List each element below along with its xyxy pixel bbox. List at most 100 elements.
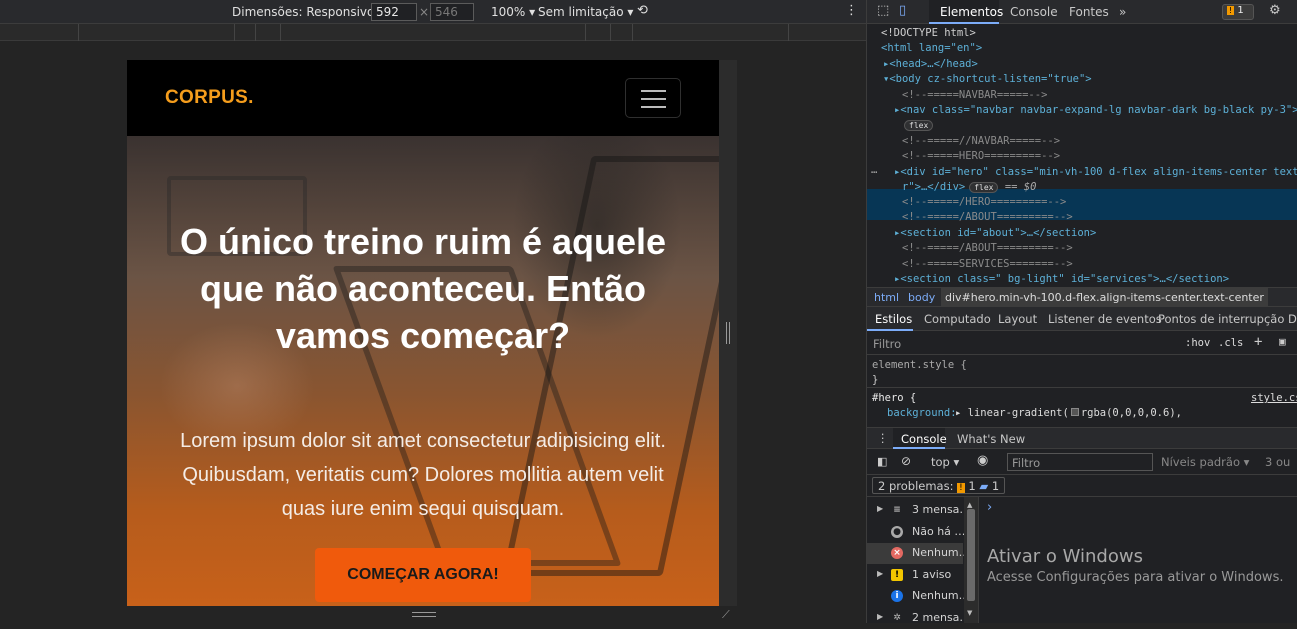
sidebar-item-messages[interactable]: ▶ ≡ 3 mensa… bbox=[867, 500, 970, 521]
zoom-label: 100% bbox=[491, 5, 526, 19]
tab-console[interactable]: Console bbox=[1010, 5, 1058, 19]
drawer-tab-console[interactable]: Console bbox=[901, 432, 947, 446]
corner-resize-icon[interactable]: ⟋ bbox=[722, 608, 734, 621]
bottom-resize-handle[interactable] bbox=[412, 612, 436, 617]
divider bbox=[867, 387, 1297, 388]
stylesheet-link[interactable]: style.css bbox=[1251, 392, 1297, 404]
sidebar-scrollbar[interactable]: ▲ ▼ bbox=[964, 497, 978, 623]
tree-comment[interactable]: <!--=====/ABOUT=========--> bbox=[902, 211, 1073, 223]
tree-line[interactable]: <html lang="en"> bbox=[881, 42, 982, 54]
sidebar-item-warnings[interactable]: ▶! 1 aviso bbox=[867, 565, 963, 586]
cls-toggle[interactable]: .cls bbox=[1218, 337, 1243, 349]
console-sidebar: ▶ ≡ 3 mensa… ● Não há … × Nenhum… ▶! 1 aviso … bbox=[867, 497, 979, 624]
element-style-selector[interactable]: element.style { bbox=[872, 359, 967, 371]
toggle-sidebar-icon[interactable]: ▣ bbox=[1279, 335, 1286, 348]
warning-icon: ! bbox=[957, 483, 965, 493]
sidebar-item-info[interactable]: i Nenhum… bbox=[867, 586, 970, 607]
drawer-tab-whats-new[interactable]: What's New bbox=[957, 432, 1025, 446]
flex-badge[interactable]: flex bbox=[900, 119, 934, 131]
scroll-down-icon[interactable]: ▼ bbox=[967, 609, 972, 617]
navbar-toggler-button[interactable] bbox=[625, 78, 681, 118]
tree-comment[interactable]: <!--=====/HERO=========--> bbox=[902, 196, 1066, 208]
brand-logo[interactable]: CORPUS. bbox=[165, 87, 254, 109]
settings-gear-icon[interactable]: ⚙ bbox=[1269, 3, 1281, 18]
issues-count: 1 bbox=[1237, 5, 1244, 16]
crumb-body[interactable]: body bbox=[908, 291, 935, 304]
times-separator: × bbox=[419, 5, 430, 19]
tree-line[interactable]: ▾<body cz-shortcut-listen="true"> bbox=[883, 73, 1092, 85]
scrollbar-thumb[interactable] bbox=[967, 509, 975, 601]
throttle-label: Sem limitação bbox=[538, 5, 624, 19]
activation-text: Acesse Configurações para ativar o Windo… bbox=[987, 570, 1284, 585]
tree-line-hero[interactable]: ▸<div id="hero" class="min-vh-100 d-flex… bbox=[894, 166, 1297, 178]
context-dropdown[interactable]: top ▾ bbox=[931, 455, 959, 469]
tree-line[interactable]: <!DOCTYPE html> bbox=[881, 27, 976, 39]
console-filter-input[interactable]: Filtro bbox=[1007, 453, 1153, 471]
styles-pane: Filtro :hov .cls + ▣ element.style { } #… bbox=[867, 331, 1297, 426]
tree-comment[interactable]: <!--=====//NAVBAR=====--> bbox=[902, 135, 1060, 147]
windows-activation-watermark: Ativar o Windows Acesse Configurações pa… bbox=[987, 546, 1283, 585]
css-prop-background[interactable]: background: bbox=[887, 407, 957, 419]
sidebar-item-user[interactable]: ● Não há … bbox=[867, 522, 965, 543]
tree-line[interactable]: ▸<section class=" bg-light" id="services… bbox=[894, 273, 1229, 285]
tree-line-hero-end[interactable]: r">…</div> flex == $0 bbox=[902, 181, 1036, 193]
tab-computed[interactable]: Computado bbox=[924, 312, 991, 326]
more-tabs-icon[interactable]: » bbox=[1119, 5, 1126, 19]
scroll-up-icon[interactable]: ▲ bbox=[967, 501, 972, 509]
console-toolbar: ◧ ⊘ top ▾ ◉ Filtro Níveis padrão ▾ 3 ou bbox=[867, 449, 1297, 475]
dimensions-dropdown[interactable]: Dimensões: Responsivo ▾ bbox=[232, 5, 384, 19]
eye-icon[interactable]: ◉ bbox=[977, 453, 988, 468]
media-query-ruler[interactable] bbox=[0, 24, 866, 41]
tree-line[interactable]: ▸<section id="about">…</section> bbox=[894, 227, 1096, 239]
hov-toggle[interactable]: :hov bbox=[1185, 337, 1210, 349]
levels-extra: 3 ou bbox=[1265, 455, 1291, 469]
sidebar-toggle-icon[interactable]: ◧ bbox=[877, 455, 887, 468]
levels-dropdown[interactable]: Níveis padrão ▾ bbox=[1161, 455, 1249, 469]
device-toggle-icon[interactable]: ▯ bbox=[899, 3, 906, 18]
tab-elements[interactable]: Elementos bbox=[940, 5, 1003, 19]
hero-text: Lorem ipsum dolor sit amet consectetur a… bbox=[180, 430, 666, 520]
tree-line[interactable]: ▸<nav class="navbar navbar-expand-lg nav… bbox=[894, 104, 1297, 116]
tab-layout[interactable]: Layout bbox=[998, 312, 1037, 326]
tab-event-listeners[interactable]: Listener de eventos bbox=[1048, 312, 1162, 326]
css-value-gradient[interactable]: ▸ linear-gradient(rgba(0,0,0,0.6), bbox=[955, 407, 1182, 419]
problems-warn-count: 1 bbox=[968, 479, 976, 493]
tree-comment[interactable]: <!--=====HERO=========--> bbox=[902, 150, 1060, 162]
height-input[interactable]: 546 bbox=[430, 3, 474, 21]
styles-filter-input[interactable]: Filtro bbox=[873, 337, 901, 351]
devtools-tabbar: ⬚ ▯ Elementos Console Fontes » ! 1 ⚙ bbox=[867, 0, 1297, 24]
problems-label: 2 problemas: bbox=[878, 479, 954, 493]
width-input[interactable]: 592 bbox=[371, 3, 417, 21]
tab-sources[interactable]: Fontes bbox=[1069, 5, 1109, 19]
dimensions-label: Dimensões: Responsivo bbox=[232, 5, 375, 19]
drawer-menu-icon[interactable]: ⋮ bbox=[877, 431, 889, 445]
start-now-button[interactable]: COMEÇAR AGORA! bbox=[315, 548, 531, 602]
sidebar-item-verbose[interactable]: ▶ ✲ 2 mensa… bbox=[867, 608, 970, 629]
vertical-dots-icon[interactable]: ⋮ bbox=[845, 3, 858, 18]
sidebar-item-errors[interactable]: × Nenhum… bbox=[867, 543, 970, 564]
issues-badge[interactable]: ! 1 bbox=[1222, 4, 1254, 20]
problems-button[interactable]: 2 problemas: ! 1 ▰ 1 bbox=[872, 477, 1006, 494]
tree-comment[interactable]: <!--=====/ABOUT=========--> bbox=[902, 242, 1073, 254]
console-prompt[interactable]: › bbox=[987, 500, 992, 515]
add-rule-icon[interactable]: + bbox=[1254, 334, 1262, 350]
color-swatch[interactable] bbox=[1070, 408, 1079, 416]
sidebar-item-label: 1 aviso bbox=[912, 568, 952, 581]
tab-styles[interactable]: Estilos bbox=[875, 312, 912, 326]
tab-dom-breakpoints[interactable]: Pontos de interrupção DOM bbox=[1158, 312, 1297, 326]
hero-rule-selector[interactable]: #hero { bbox=[872, 392, 916, 404]
throttle-dropdown[interactable]: Sem limitação ▾ bbox=[538, 5, 633, 19]
clear-console-icon[interactable]: ⊘ bbox=[901, 454, 911, 468]
zoom-dropdown[interactable]: 100% ▾ bbox=[491, 5, 535, 19]
tree-comment[interactable]: <!--=====NAVBAR=====--> bbox=[902, 89, 1047, 101]
rotate-icon[interactable]: ⟲ bbox=[637, 3, 648, 18]
crumb-html[interactable]: html bbox=[874, 291, 899, 304]
inspect-icon[interactable]: ⬚ bbox=[877, 3, 889, 18]
crumb-hero[interactable]: div#hero.min-vh-100.d-flex.align-items-c… bbox=[941, 288, 1268, 307]
flex-badge[interactable]: flex bbox=[969, 182, 999, 193]
tree-comment[interactable]: <!--=====SERVICES=======--> bbox=[902, 258, 1073, 270]
flex-badge-label: flex bbox=[904, 120, 934, 131]
viewport-resize-handle[interactable] bbox=[719, 60, 737, 606]
rgba-text: rgba(0,0,0,0.6), bbox=[1080, 407, 1182, 419]
tree-line[interactable]: ▸<head>…</head> bbox=[883, 58, 978, 70]
